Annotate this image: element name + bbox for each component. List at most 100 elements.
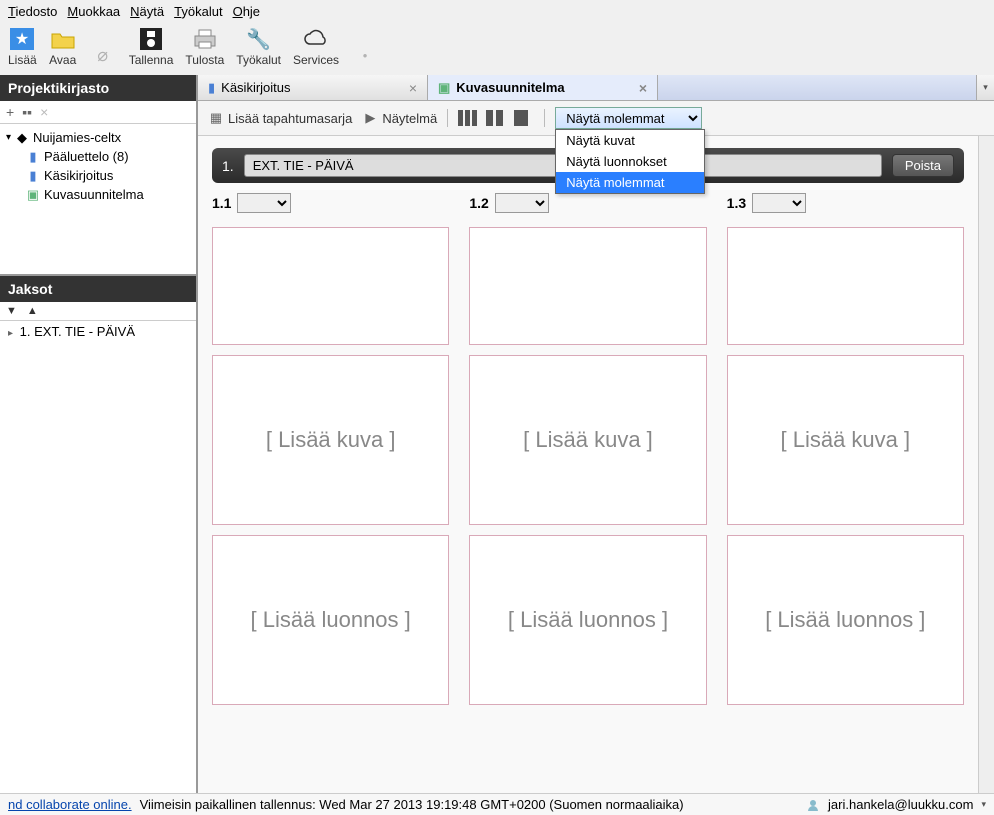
- tree-label: Pääluettelo (8): [44, 149, 129, 164]
- shot-type-select[interactable]: [237, 193, 291, 213]
- tab-storyboard[interactable]: ▣ Kuvasuunnitelma ×: [428, 75, 658, 100]
- tree-project-root[interactable]: ▾ ◆ Nuijamies-celtx: [0, 128, 196, 147]
- view-mode-dropdown[interactable]: Näytä molemmat: [555, 107, 702, 129]
- shot-grid: 1.1 [ Lisää kuva ] [ Lisää luonnos ] 1.2: [212, 193, 964, 705]
- folder-icon: [49, 27, 77, 51]
- add-draft-box[interactable]: [ Lisää luonnos ]: [469, 535, 706, 705]
- delete-scene-button[interactable]: Poista: [892, 154, 954, 177]
- tab-script[interactable]: ▮ Käsikirjoitus ×: [198, 75, 428, 100]
- menu-file[interactable]: Tiedosto: [8, 4, 57, 19]
- tab-label: Käsikirjoitus: [221, 80, 290, 95]
- toolbar-label: Services: [293, 53, 339, 67]
- menu-option[interactable]: Näytä kuvat: [556, 130, 704, 151]
- open-button[interactable]: Avaa: [49, 27, 77, 67]
- add-image-box[interactable]: [ Lisää kuva ]: [727, 355, 964, 525]
- print-button[interactable]: Tulosta: [185, 27, 224, 67]
- shot-number: 1.1: [212, 195, 231, 211]
- menu-option[interactable]: Näytä luonnokset: [556, 151, 704, 172]
- storyboard-icon: ▣: [438, 80, 450, 96]
- layout-one-icon[interactable]: [514, 110, 534, 126]
- library-header: Projektikirjasto: [0, 75, 196, 101]
- doc-icon: ▮: [208, 80, 215, 96]
- main-toolbar: ★ Lisää Avaa ⌀ Tallenna Tulosta 🔧 Työkal…: [0, 23, 994, 75]
- btn-label: Lisää tapahtumasarja: [228, 111, 352, 126]
- play-button[interactable]: ▶ Näytelmä: [362, 110, 437, 126]
- attach-button[interactable]: ⌀: [89, 43, 117, 67]
- cloud-icon: [302, 27, 330, 51]
- storyboard-canvas: 1. Poista 1.1 [ Lisää kuva ] [ Lisää luo…: [198, 136, 978, 793]
- add-image-box[interactable]: [ Lisää kuva ]: [212, 355, 449, 525]
- storyboard-toolbar: ▦ Lisää tapahtumasarja ▶ Näytelmä: [198, 101, 994, 136]
- shot-thumb-empty[interactable]: [469, 227, 706, 345]
- add-button[interactable]: ★ Lisää: [8, 27, 37, 67]
- attach-icon: ⌀: [89, 43, 117, 67]
- tree-item[interactable]: ▮ Käsikirjoitus: [0, 166, 196, 185]
- add-sequence-button[interactable]: ▦ Lisää tapahtumasarja: [208, 110, 352, 126]
- layout-two-icon[interactable]: [486, 110, 506, 126]
- toolbar-label: Tulosta: [185, 53, 224, 67]
- layout-icons: [458, 110, 534, 126]
- sequence-item[interactable]: 1. EXT. TIE - PÄIVÄ: [0, 321, 196, 342]
- menu-help[interactable]: Ohje: [233, 4, 260, 19]
- btn-label: Näytelmä: [382, 111, 437, 126]
- tree-item[interactable]: ▮ Pääluettelo (8): [0, 147, 196, 166]
- add-sequence-icon: ▦: [208, 110, 224, 126]
- tree-item[interactable]: ▣ Kuvasuunnitelma: [0, 185, 196, 204]
- add-item-button[interactable]: +: [6, 104, 14, 120]
- menu-view[interactable]: Näytä: [130, 4, 164, 19]
- menu-option[interactable]: Näytä molemmat: [556, 172, 704, 193]
- close-icon[interactable]: ×: [639, 81, 647, 95]
- tab-spacer: [658, 75, 976, 100]
- menu-tools[interactable]: Työkalut: [174, 4, 222, 19]
- dropdown-icon[interactable]: ▾: [981, 799, 986, 810]
- layout-columns-icon[interactable]: [458, 110, 478, 126]
- user-email[interactable]: jari.hankela@luukku.com: [828, 797, 973, 812]
- printer-icon: [191, 27, 219, 51]
- toolbar-label: Avaa: [49, 53, 76, 67]
- vertical-scrollbar[interactable]: [978, 136, 994, 793]
- shot-thumb-empty[interactable]: [727, 227, 964, 345]
- tab-overflow-button[interactable]: ▾: [976, 75, 994, 100]
- last-save-text: Viimeisin paikallinen tallennus: Wed Mar…: [140, 797, 798, 812]
- sequence-list: 1. EXT. TIE - PÄIVÄ: [0, 321, 196, 793]
- menu-edit[interactable]: Muokkaa: [67, 4, 120, 19]
- toolbar-label: Tallenna: [129, 53, 174, 67]
- save-button[interactable]: Tallenna: [129, 27, 174, 67]
- folder-icon[interactable]: ▪▪: [22, 104, 32, 120]
- shot-type-select[interactable]: [495, 193, 549, 213]
- wrench-icon: 🔧: [245, 27, 273, 51]
- remove-item-button[interactable]: ×: [40, 104, 48, 120]
- add-image-box[interactable]: [ Lisää kuva ]: [469, 355, 706, 525]
- project-icon: ◆: [15, 131, 29, 145]
- project-tree: ▾ ◆ Nuijamies-celtx ▮ Pääluettelo (8) ▮ …: [0, 124, 196, 274]
- scene-number: 1.: [222, 158, 234, 174]
- status-bar: nd collaborate online. Viimeisin paikall…: [0, 793, 994, 815]
- view-mode-select[interactable]: Näytä molemmat Näytä kuvat Näytä luonnok…: [555, 107, 702, 129]
- shot-number: 1.3: [727, 195, 746, 211]
- sidebar: Projektikirjasto + ▪▪ × ▾ ◆ Nuijamies-ce…: [0, 75, 198, 793]
- overflow-button[interactable]: •: [351, 43, 379, 67]
- tree-label: Käsikirjoitus: [44, 168, 113, 183]
- close-icon[interactable]: ×: [409, 81, 417, 95]
- add-draft-box[interactable]: [ Lisää luonnos ]: [212, 535, 449, 705]
- shot-header: 1.1: [212, 193, 449, 213]
- shot-header: 1.2: [469, 193, 706, 213]
- document-tabs: ▮ Käsikirjoitus × ▣ Kuvasuunnitelma × ▾: [198, 75, 994, 101]
- add-draft-box[interactable]: [ Lisää luonnos ]: [727, 535, 964, 705]
- menu-bar: Tiedosto Muokkaa Näytä Työkalut Ohje: [0, 0, 994, 23]
- collaborate-link[interactable]: nd collaborate online.: [8, 797, 132, 812]
- tools-button[interactable]: 🔧 Työkalut: [236, 27, 281, 67]
- shot-type-select[interactable]: [752, 193, 806, 213]
- seq-up-button[interactable]: ▲: [27, 305, 38, 317]
- seq-down-button[interactable]: ▼: [6, 305, 17, 317]
- content-area: ▮ Käsikirjoitus × ▣ Kuvasuunnitelma × ▾ …: [198, 75, 994, 793]
- doc-icon: ▮: [26, 150, 40, 164]
- user-icon: [806, 798, 820, 812]
- shot-thumb-empty[interactable]: [212, 227, 449, 345]
- view-mode-menu: Näytä kuvat Näytä luonnokset Näytä molem…: [555, 129, 705, 194]
- shot-column: 1.2 [ Lisää kuva ] [ Lisää luonnos ]: [469, 193, 706, 705]
- play-icon: ▶: [362, 110, 378, 126]
- library-tools: + ▪▪ ×: [0, 101, 196, 124]
- save-icon: [137, 27, 165, 51]
- services-button[interactable]: Services: [293, 27, 339, 67]
